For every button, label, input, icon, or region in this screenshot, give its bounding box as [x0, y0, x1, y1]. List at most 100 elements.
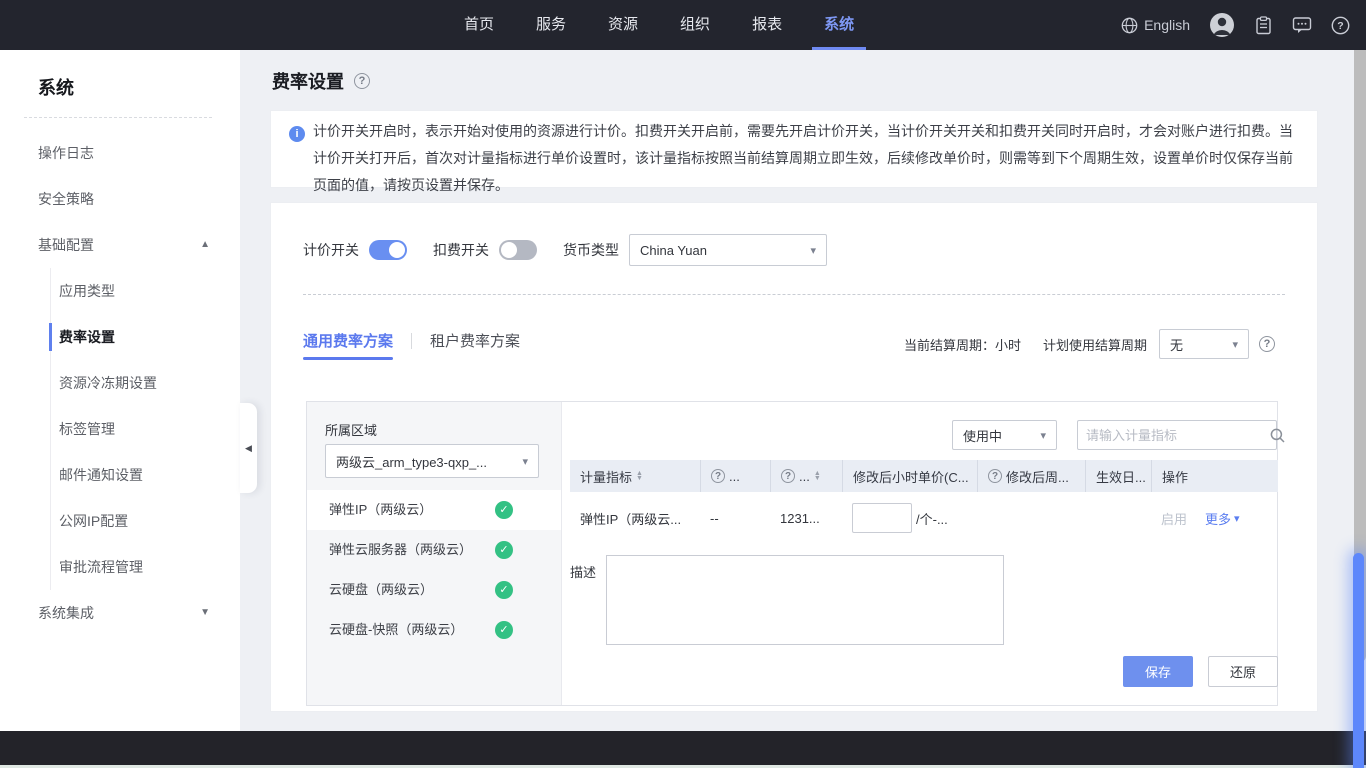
current-cycle-label: 当前结算周期：: [904, 335, 995, 354]
chevron-down-icon: ▾: [810, 244, 816, 257]
planned-cycle-select[interactable]: 无 ▾: [1159, 329, 1249, 359]
svg-text:?: ?: [1337, 20, 1343, 32]
rate-settings-card: 计价开关 扣费开关 货币类型 China Yuan ▾ 通用费率方案 租户费率方…: [270, 202, 1318, 712]
check-circle-icon: ✓: [495, 621, 513, 639]
nav-item-reports[interactable]: 报表: [752, 0, 782, 50]
column-header-actions: 操作: [1151, 460, 1278, 492]
tab-tenant-rate-plan[interactable]: 租户费率方案: [430, 330, 520, 360]
column-label: 操作: [1162, 467, 1188, 486]
nav-item-system[interactable]: 系统: [824, 0, 854, 50]
unit-price-input[interactable]: [852, 503, 912, 533]
sidebar-submenu: 应用类型 费率设置 资源冷冻期设置 标签管理 邮件通知设置 公网IP配置 审批流…: [50, 268, 240, 590]
avatar[interactable]: [1209, 12, 1235, 38]
tab-separator: [411, 333, 412, 349]
sidebar-item-approval-flow[interactable]: 审批流程管理: [51, 544, 240, 590]
column-header-2[interactable]: ? ...: [700, 460, 770, 492]
column-header-period-price[interactable]: ? 修改后周...: [977, 460, 1085, 492]
sidebar-item-resource-freeze[interactable]: 资源冷冻期设置: [51, 360, 240, 406]
cell-actions: 启用 更多 ▾: [1151, 492, 1278, 544]
region-item-evs-snapshot[interactable]: 云硬盘-快照（两级云） ✓: [307, 610, 561, 650]
column-label: 生效日...: [1096, 467, 1146, 486]
message-icon[interactable]: [1292, 16, 1312, 34]
sort-icon[interactable]: ▲▼: [636, 471, 643, 481]
language-switcher[interactable]: English: [1121, 17, 1190, 34]
status-filter-value: 使用中: [963, 426, 1002, 445]
sidebar-item-operation-logs[interactable]: 操作日志: [0, 130, 240, 176]
region-item-evs[interactable]: 云硬盘（两级云） ✓: [307, 570, 561, 610]
clipboard-icon[interactable]: [1254, 16, 1273, 35]
sidebar-group-label: 基础配置: [38, 237, 94, 253]
region-item-ecs[interactable]: 弹性云服务器（两级云） ✓: [307, 530, 561, 570]
region-item-elastic-ip[interactable]: 弹性IP（两级云） ✓: [307, 490, 561, 530]
deduction-switch-label: 扣费开关: [433, 240, 489, 260]
page-help-icon[interactable]: ?: [354, 73, 370, 89]
page-header: 费率设置 ?: [272, 68, 370, 94]
sidebar-item-rate-settings[interactable]: 费率设置: [51, 314, 240, 360]
sidebar-item-tag-management[interactable]: 标签管理: [51, 406, 240, 452]
description-textarea[interactable]: [606, 555, 1004, 645]
more-button[interactable]: 更多 ▾: [1205, 509, 1240, 528]
table-row: 弹性IP（两级云... -- 1231... /个-... 启用 更多 ▾: [570, 492, 1278, 544]
sidebar-item-public-ip-config[interactable]: 公网IP配置: [51, 498, 240, 544]
globe-icon: [1121, 17, 1138, 34]
sidebar-item-email-notification[interactable]: 邮件通知设置: [51, 452, 240, 498]
cell-effective-date: [1085, 492, 1151, 544]
nav-item-resources[interactable]: 资源: [608, 0, 638, 50]
column-help-icon[interactable]: ?: [711, 469, 725, 483]
tab-general-rate-plan[interactable]: 通用费率方案: [303, 330, 393, 360]
currency-select[interactable]: China Yuan ▾: [629, 234, 827, 266]
column-header-metric[interactable]: 计量指标 ▲▼: [570, 460, 700, 492]
nav-item-home[interactable]: 首页: [464, 0, 494, 50]
description-label: 描述: [570, 562, 596, 581]
info-icon: i: [289, 126, 305, 142]
status-filter-select[interactable]: 使用中 ▾: [952, 420, 1057, 450]
search-icon[interactable]: [1270, 428, 1285, 443]
column-label: 修改后周...: [1006, 467, 1069, 486]
cell-period-price-new: [977, 492, 1085, 544]
column-header-effective-date[interactable]: 生效日...: [1085, 460, 1151, 492]
billing-switch-toggle[interactable]: [369, 240, 407, 260]
column-header-3[interactable]: ? ... ▲▼: [770, 460, 842, 492]
cell-metric: 弹性IP（两级云...: [570, 492, 700, 544]
current-cycle-value: 小时: [995, 335, 1021, 354]
cycle-help-icon[interactable]: ?: [1259, 336, 1275, 352]
column-label: ...: [799, 469, 810, 484]
sidebar-item-security-policy[interactable]: 安全策略: [0, 176, 240, 222]
save-button[interactable]: 保存: [1123, 656, 1193, 687]
deduction-switch-toggle[interactable]: [499, 240, 537, 260]
check-circle-icon: ✓: [495, 581, 513, 599]
region-item-label: 弹性云服务器（两级云）: [329, 542, 472, 557]
top-navigation-bar: 首页 服务 资源 组织 报表 系统 English ?: [0, 0, 1366, 50]
nav-item-organization[interactable]: 组织: [680, 0, 710, 50]
column-help-icon[interactable]: ?: [781, 469, 795, 483]
chevron-up-icon: ▲: [200, 222, 210, 268]
region-label: 所属区域: [325, 420, 377, 439]
metric-search-input[interactable]: [1078, 428, 1270, 443]
chevron-down-icon: ▾: [1232, 338, 1238, 351]
nav-item-services[interactable]: 服务: [536, 0, 566, 50]
column-help-icon[interactable]: ?: [988, 469, 1002, 483]
sort-icon[interactable]: ▲▼: [814, 471, 821, 481]
toggle-knob: [389, 242, 405, 258]
chevron-down-icon: ▼: [200, 590, 210, 636]
column-header-hour-price[interactable]: 修改后小时单价(C...: [842, 460, 977, 492]
enable-button[interactable]: 启用: [1161, 509, 1187, 528]
currency-select-value: China Yuan: [640, 243, 707, 258]
sidebar-group-system-integration[interactable]: 系统集成 ▼: [0, 590, 240, 636]
check-circle-icon: ✓: [495, 541, 513, 559]
reset-button[interactable]: 还原: [1208, 656, 1278, 687]
sidebar-group-label: 系统集成: [38, 605, 94, 621]
chevron-down-icon: ▾: [522, 455, 528, 468]
column-label: 修改后小时单价(C...: [853, 467, 969, 486]
sidebar-group-basic-config[interactable]: 基础配置 ▲: [0, 222, 240, 268]
topbar-right-cluster: English ?: [1121, 0, 1350, 50]
sidebar-collapse-handle[interactable]: ◀: [240, 403, 257, 493]
collapse-left-icon: ◀: [245, 443, 252, 454]
region-select[interactable]: 两级云_arm_type3-qxp_... ▾: [325, 444, 539, 478]
help-icon[interactable]: ?: [1331, 16, 1350, 35]
screen: 首页 服务 资源 组织 报表 系统 English ? 系统 操作日志 安全策略…: [0, 0, 1366, 768]
sidebar-item-app-types[interactable]: 应用类型: [51, 268, 240, 314]
chevron-down-icon: ▾: [1040, 429, 1046, 442]
plan-tabs: 通用费率方案 租户费率方案: [303, 330, 520, 360]
edge-highlight-bar[interactable]: [1353, 553, 1364, 768]
